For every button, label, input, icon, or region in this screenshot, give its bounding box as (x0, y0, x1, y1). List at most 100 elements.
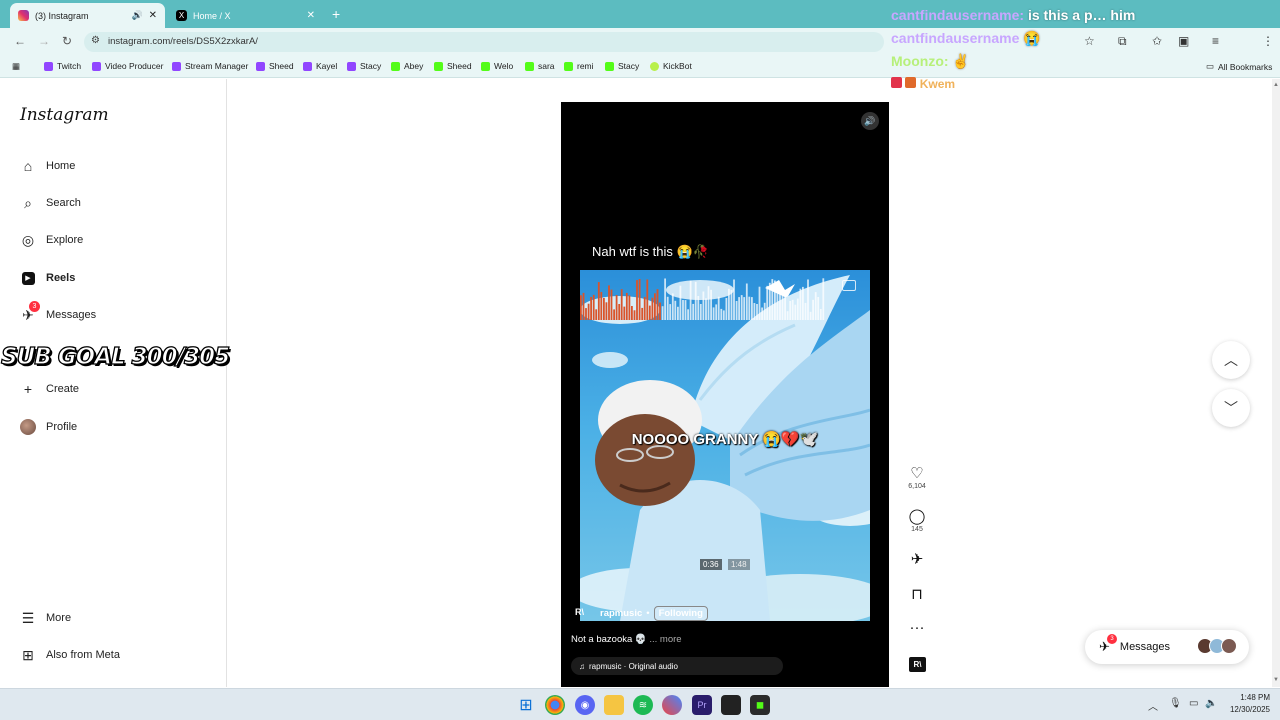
address-bar[interactable]: ⚙ instagram.com/reels/DS5X2zxkarA/ (84, 32, 884, 52)
messages-dock[interactable]: ✈ 3 Messages (1085, 630, 1249, 664)
sidebar-item-home[interactable]: ⌂ Home (19, 155, 76, 177)
kick-app-icon[interactable]: ◼ (750, 695, 770, 715)
author-name[interactable]: rapmusic (600, 608, 642, 619)
bookmark-item[interactable]: KickBot (650, 61, 692, 71)
more-link[interactable]: ... more (649, 634, 681, 645)
comment-count: 145 (911, 526, 923, 533)
save-button[interactable]: ⊓ (903, 587, 931, 603)
avatar-icon (19, 418, 37, 436)
display-icon[interactable]: ▭ (1189, 698, 1198, 709)
reel-player[interactable]: 🔊 Nah wtf is this 😭🥀 NOOOO GRANNY 😭💔🕊️ 0… (561, 102, 889, 687)
twitch-icon (303, 61, 312, 71)
sidebar-item-more[interactable]: ☰ More (19, 607, 71, 629)
chrome-icon[interactable] (545, 695, 565, 715)
page-scrollbar[interactable] (1272, 79, 1280, 687)
premiere-icon[interactable]: Pr (692, 695, 712, 715)
more-options-button[interactable]: ··· (903, 620, 931, 636)
audio-page-button[interactable]: R\ (909, 657, 926, 672)
like-button[interactable]: ♡ 6,104 (903, 466, 931, 491)
chat-text: ✌ (952, 53, 970, 69)
sidebar-item-messages[interactable]: ✈ 3 Messages (19, 301, 96, 326)
sidebar-item-reels[interactable]: ▶ Reels (19, 267, 75, 289)
tab-x[interactable]: X Home / X ✕ (168, 3, 323, 28)
picture-in-picture-icon[interactable] (842, 280, 856, 291)
sidebar-item-create[interactable]: + Create (19, 378, 79, 400)
tab-instagram[interactable]: (3) Instagram 🔊 ✕ (10, 3, 165, 28)
compass-icon: ◎ (21, 231, 35, 248)
bookmark-item[interactable]: Kayel (303, 61, 337, 71)
sidebar-item-search[interactable]: ⌕ Search (19, 192, 81, 214)
volume-tray-icon[interactable]: 🔈 (1205, 698, 1217, 709)
volume-icon[interactable]: 🔊 (861, 112, 879, 130)
waveform-bar (659, 302, 661, 320)
twitch-icon (347, 61, 356, 71)
bookmark-item[interactable]: Twitch (44, 61, 81, 71)
back-arrow-icon[interactable]: ← (14, 34, 26, 48)
bookmark-item[interactable]: Stacy (347, 61, 381, 71)
bookmark-item[interactable]: Sheed (256, 61, 294, 71)
new-tab-button[interactable]: + (332, 6, 340, 22)
tray-overflow-icon[interactable]: ︿ (1148, 698, 1158, 713)
sidebar-item-explore[interactable]: ◎ Explore (19, 229, 83, 251)
bookmark-item[interactable]: Video Producer (92, 61, 163, 71)
bookmark-item[interactable]: Welo (481, 61, 513, 71)
messages-icon: ✈ 3 (19, 301, 40, 324)
discord-icon[interactable]: ◉ (575, 695, 595, 715)
speaker-icon[interactable]: 🔊 (132, 10, 143, 21)
system-clock[interactable]: 1:48 PM 12/30/2025 (1220, 692, 1270, 716)
bookmark-item[interactable]: Stream Manager (172, 61, 248, 71)
waveform-bar (802, 286, 804, 320)
waveform-bar (687, 309, 689, 320)
sidebar-item-also-from-meta[interactable]: ⊞ Also from Meta (19, 644, 120, 666)
waveform-bar (819, 309, 822, 320)
obs-app-icon[interactable] (721, 695, 741, 715)
waveform-bar (725, 298, 728, 320)
close-tab-icon[interactable]: ✕ (307, 10, 315, 21)
windows-start-icon[interactable]: ⊞ (516, 695, 536, 715)
sidebar-item-profile[interactable]: Profile (19, 416, 77, 438)
audio-waveform-scrubber[interactable] (580, 270, 825, 320)
file-explorer-icon[interactable] (604, 695, 624, 715)
instagram-logo[interactable]: Instagram (20, 105, 109, 125)
chat-message: cantfindausername: is this a p… him (891, 4, 1276, 27)
waveform-bar (671, 293, 674, 320)
bookmark-item[interactable]: sara (525, 61, 555, 71)
following-button[interactable]: Following (653, 606, 708, 621)
audio-track-pill[interactable]: ♫ rapmusic · Original audio (571, 657, 783, 675)
share-button[interactable]: ✈ (903, 552, 931, 568)
scroll-down-arrow-icon[interactable]: ▼ (1273, 677, 1279, 683)
reels-icon: ▶ (19, 269, 37, 287)
close-tab-icon[interactable]: ✕ (149, 10, 157, 21)
waveform-bar (608, 285, 610, 320)
site-info-icon[interactable]: ⚙ (91, 35, 100, 46)
next-reel-button[interactable]: ﹀ (1212, 389, 1250, 427)
forward-arrow-icon[interactable]: → (38, 34, 50, 48)
waveform-bar (580, 295, 582, 320)
waveform-bar (745, 283, 748, 320)
microphone-icon[interactable]: 🎙 (1169, 698, 1182, 709)
waveform-bar (738, 297, 740, 320)
bookmark-item[interactable]: Sheed (434, 61, 472, 71)
bookmark-item[interactable]: Abey (391, 61, 423, 71)
scroll-up-arrow-icon[interactable]: ▲ (1273, 82, 1279, 88)
bookmark-item[interactable]: remi (564, 61, 594, 71)
author-avatar[interactable]: R\ (575, 607, 590, 620)
waveform-bar (705, 298, 707, 320)
waveform-bar (743, 297, 746, 320)
comment-button[interactable]: ◯ 145 (903, 508, 931, 534)
kick-icon (481, 61, 490, 71)
comment-icon: ◯ (908, 508, 926, 525)
chat-text: him (1110, 7, 1136, 23)
time-current: 0:36 (700, 559, 722, 570)
reload-icon[interactable]: ↻ (62, 34, 72, 48)
reel-video-frame[interactable]: NOOOO GRANNY 😭💔🕊️ 0:36 1:48 (580, 270, 870, 621)
waveform-bar (753, 303, 756, 320)
spotify-icon[interactable]: ≋ (633, 695, 653, 715)
copilot-icon[interactable] (662, 695, 682, 715)
waveform-bar (763, 302, 766, 320)
twitch-icon (92, 61, 101, 71)
apps-grid-icon[interactable]: ▦ (12, 61, 20, 72)
previous-reel-button[interactable]: ︿ (1212, 341, 1250, 379)
kick-icon (434, 61, 443, 71)
bookmark-item[interactable]: Stacy (605, 61, 639, 71)
